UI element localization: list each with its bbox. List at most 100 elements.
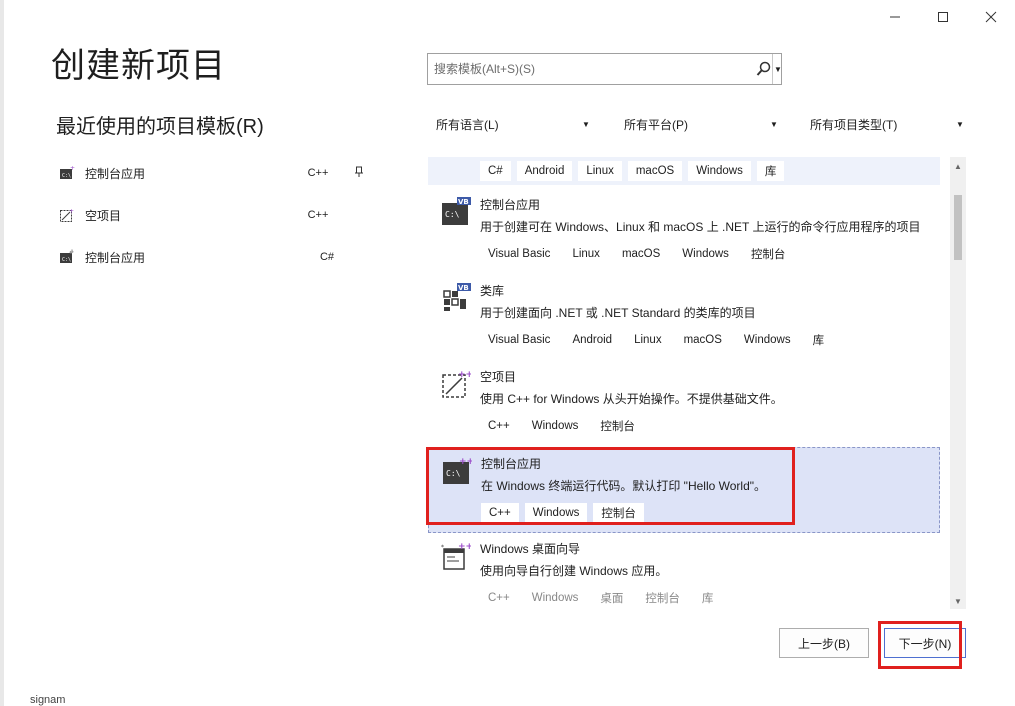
empty-project-icon: + [60,208,74,222]
maximize-icon [938,12,948,22]
cpp-empty-icon: ++ [442,370,471,398]
template-item-vb-library[interactable]: VB 类库 用于创建面向 .NET 或 .NET Standard 的类库的项目… [428,275,940,361]
template-tags: C++ Windows 控制台 [480,416,643,436]
tag: 控制台 [592,416,643,436]
recent-templates-heading: 最近使用的项目模板(R) [56,116,264,138]
tag: 桌面 [592,588,632,608]
tag: Windows [523,416,587,436]
svg-text:++: ++ [458,542,471,552]
tag: macOS [627,161,683,181]
tag: Linux [578,161,622,181]
tag: 控制台 [742,244,794,264]
template-name: 控制台应用 [480,198,541,212]
tag: Visual Basic [480,244,559,264]
template-list-scrollbar[interactable]: ▲ ▼ [950,157,966,609]
vb-library-icon: VB [443,283,471,311]
recent-item-label: 控制台应用 [85,166,146,181]
background-text: signam [30,694,66,706]
back-button[interactable]: 上一步(B) [779,628,869,658]
template-item-cpp-desktop-wizard[interactable]: ++ * Windows 桌面向导 使用向导自行创建 Windows 应用。 C+… [428,533,940,609]
template-description: 用于创建面向 .NET 或 .NET Standard 的类库的项目 [480,306,756,320]
platform-filter[interactable]: 所有平台(P) ▼ [616,110,786,138]
svg-text:+: + [70,165,75,172]
console-app-icon: C:\# [60,249,74,263]
tag: C++ [480,416,518,436]
tag: C# [480,161,511,181]
tag: Visual Basic [480,330,559,350]
tag: Windows [523,588,587,608]
cpp-wizard-icon: ++ * [441,542,471,570]
tag: Linux [564,244,608,264]
background-window-edge [0,0,4,706]
template-description: 使用向导自行创建 Windows 应用。 [480,564,668,578]
recent-item-empty-cpp[interactable]: + 空项目 C++ [56,200,376,230]
svg-text:C:\: C:\ [62,173,71,179]
template-item-cpp-empty[interactable]: ++ 空项目 使用 C++ for Windows 从头开始操作。不提供基础文件… [428,361,940,447]
chevron-down-icon: ▼ [956,119,964,129]
close-icon [985,11,997,23]
recent-item-label: 空项目 [85,208,122,223]
tag: Windows [674,244,737,264]
maximize-button[interactable] [920,6,966,28]
platform-filter-label: 所有平台(P) [624,117,688,132]
template-tags: C++ Windows 桌面 控制台 库 [480,588,722,608]
close-button[interactable] [968,6,1014,28]
tag: Linux [626,330,670,350]
tag: 库 [804,330,833,350]
svg-text:VB: VB [458,284,469,292]
page-title: 创建新项目 [51,47,226,85]
recent-item-label: 控制台应用 [85,250,146,265]
language-badge: C++ [299,204,337,226]
search-box[interactable]: ▼ [427,53,782,85]
project-type-filter-label: 所有项目类型(T) [810,117,898,132]
scroll-up-icon[interactable]: ▲ [950,159,966,173]
template-tags: Visual Basic Android Linux macOS Windows… [480,330,833,350]
template-tags: C# Android Linux macOS Windows 库 [480,161,785,181]
svg-text:#: # [69,249,74,256]
template-list: C# Android Linux macOS Windows 库 C:\ VB 控… [428,157,965,609]
template-item-partial[interactable]: C# Android Linux macOS Windows 库 [428,157,940,185]
chevron-down-icon: ▼ [582,119,590,129]
search-dropdown-button[interactable]: ▼ [772,54,783,84]
recent-item-console-csharp[interactable]: C:\ # 控制台应用 C# [56,242,376,272]
svg-text:C:\: C:\ [62,257,71,263]
language-filter-label: 所有语言(L) [436,117,499,132]
tag: Windows [735,330,799,350]
template-description: 使用 C++ for Windows 从头开始操作。不提供基础文件。 [480,392,783,406]
language-badge: C++ [299,162,337,184]
next-button-highlight-annotation [878,621,962,669]
template-name: 空项目 [480,370,517,384]
tag: 控制台 [637,588,688,608]
template-description: 用于创建可在 Windows、Linux 和 macOS 上 .NET 上运行的… [480,220,921,234]
svg-text:C:\: C:\ [445,210,460,219]
console-app-icon: C:\+ [60,165,75,179]
tag: 库 [693,588,722,608]
tag: macOS [613,244,669,264]
svg-text:+: + [69,208,74,215]
svg-text:VB: VB [458,198,469,206]
template-item-vb-console[interactable]: C:\ VB 控制台应用 用于创建可在 Windows、Linux 和 macOS… [428,189,940,275]
language-badge: C# [316,246,338,268]
search-input[interactable] [432,61,736,77]
template-name: 类库 [480,284,505,298]
minimize-button[interactable] [872,6,918,28]
project-type-filter[interactable]: 所有项目类型(T) ▼ [802,110,972,138]
tag: Android [516,161,573,181]
tag: macOS [675,330,730,350]
tag: C++ [480,588,518,608]
template-name: Windows 桌面向导 [480,542,581,556]
scrollbar-thumb[interactable] [954,195,962,260]
svg-text:++: ++ [458,370,471,380]
svg-text:*: * [441,544,444,551]
search-icon [756,61,771,76]
minimize-icon [890,16,900,18]
pin-icon[interactable] [354,166,364,181]
chevron-down-icon: ▼ [774,64,782,74]
scroll-down-icon[interactable]: ▼ [950,594,966,608]
chevron-down-icon: ▼ [770,119,778,129]
template-tags: Visual Basic Linux macOS Windows 控制台 [480,244,794,264]
tag: 库 [756,161,785,181]
recent-item-console-cpp[interactable]: C:\ + 控制台应用 C++ [56,158,376,188]
language-filter[interactable]: 所有语言(L) ▼ [428,110,598,138]
tag: Android [564,330,621,350]
